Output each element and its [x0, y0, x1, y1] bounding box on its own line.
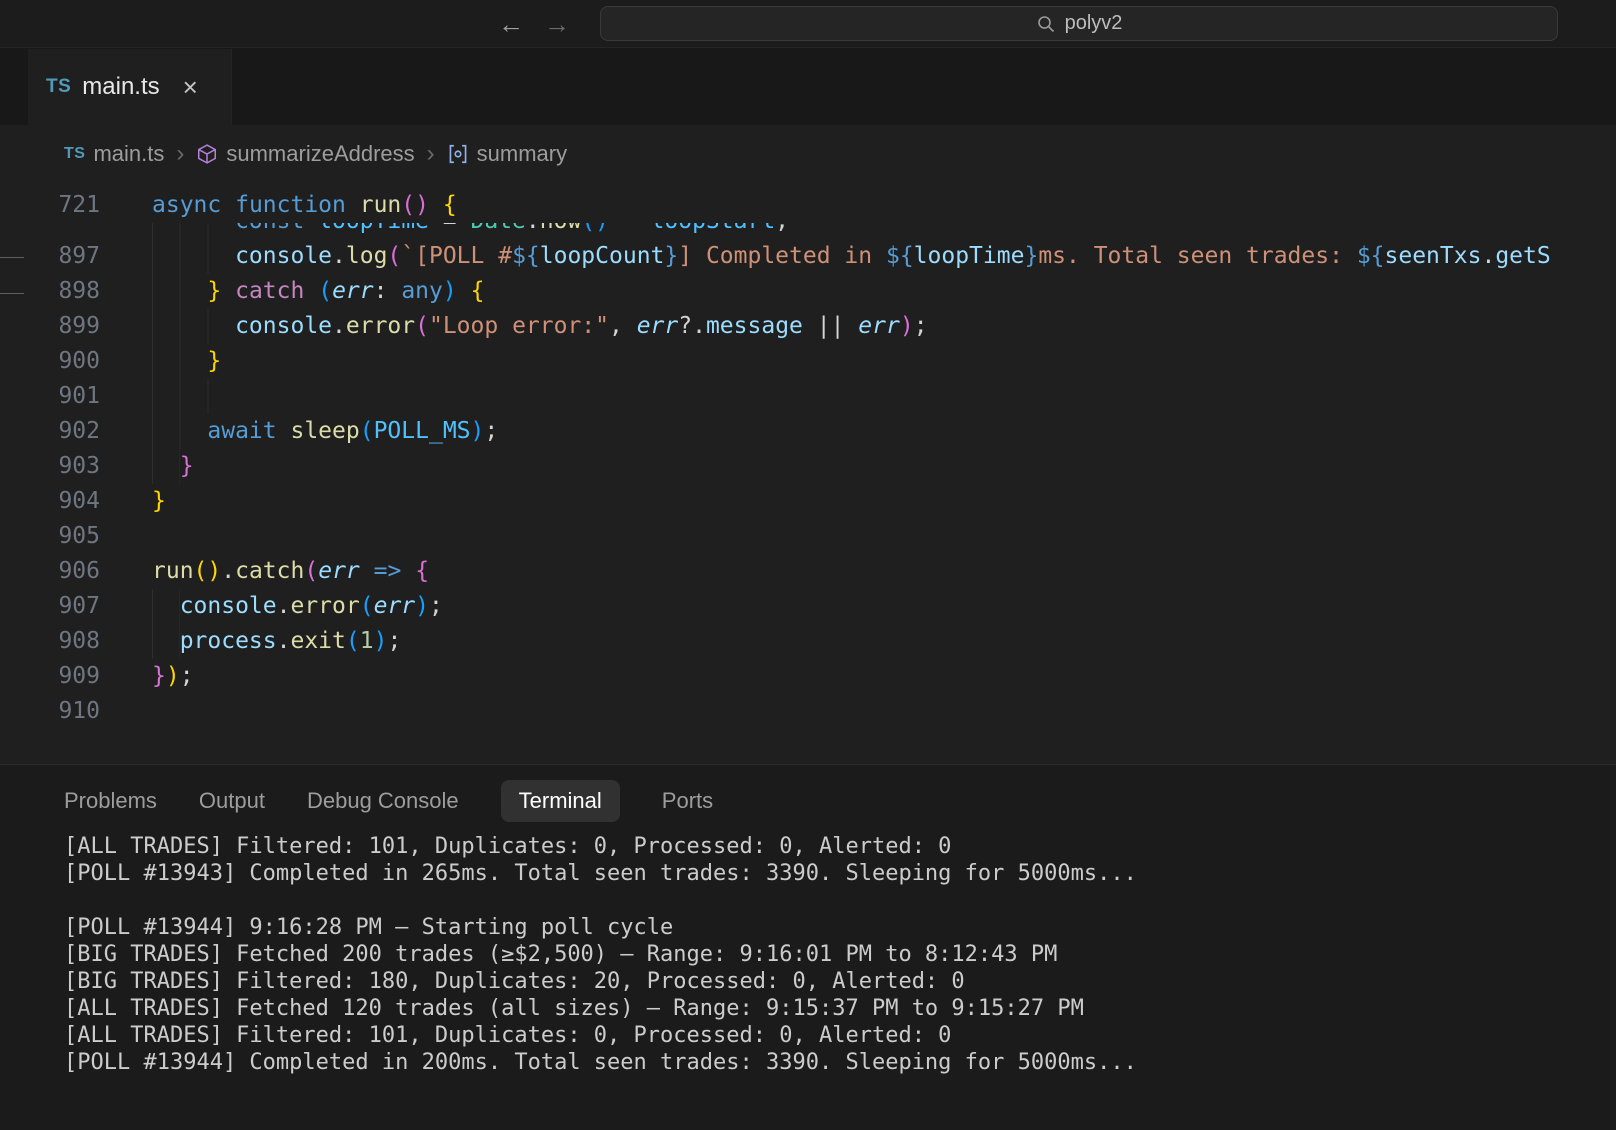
vscode-window: ← → polyv2 TS main.ts × TS main.ts › — [0, 0, 1616, 1130]
code-line[interactable]: 909}); — [0, 659, 1616, 694]
line-number: 899 — [0, 309, 100, 344]
terminal-line — [64, 887, 1616, 914]
history-navigation: ← → — [498, 6, 570, 42]
panel-tab-problems[interactable]: Problems — [64, 780, 157, 822]
terminal-line: [POLL #13944] 9:16:28 PM — Starting poll… — [64, 914, 1616, 941]
breadcrumb-file[interactable]: TS main.ts — [64, 141, 164, 167]
code-text: }); — [152, 659, 194, 694]
terminal-line: [POLL #13944] Completed in 200ms. Total … — [64, 1049, 1616, 1076]
forward-arrow-icon[interactable]: → — [544, 6, 570, 42]
terminal-line: [ALL TRADES] Filtered: 101, Duplicates: … — [64, 833, 1616, 860]
breadcrumb-symbol-summary[interactable]: summary — [447, 141, 567, 167]
code-line[interactable]: 905 — [0, 519, 1616, 554]
search-text: polyv2 — [1065, 12, 1123, 35]
terminal-line: [BIG TRADES] Filtered: 180, Duplicates: … — [64, 968, 1616, 995]
line-number: 900 — [0, 344, 100, 379]
code-text: } — [152, 344, 221, 379]
breadcrumb-symbol-label: summary — [477, 141, 567, 167]
code-line[interactable]: 910 — [0, 694, 1616, 729]
line-number: 904 — [0, 484, 100, 519]
command-center-search[interactable]: polyv2 — [600, 6, 1558, 41]
line-number: 901 — [0, 379, 100, 414]
typescript-file-icon: TS — [46, 76, 71, 98]
code-text: await sleep(POLL_MS); — [152, 414, 498, 449]
tab-label: main.ts — [82, 73, 159, 101]
tab-main-ts[interactable]: TS main.ts × — [28, 49, 232, 125]
scrolled-clipped-line: const loopTime = Date.now() - loopStart; — [0, 223, 1616, 239]
editor-lines: 721 async function run() {const loopTime … — [0, 182, 1616, 729]
line-number — [0, 223, 100, 239]
panel-tab-bar: Problems Output Debug Console Terminal Ports — [0, 765, 1616, 823]
code-text: run().catch(err => { — [152, 554, 429, 589]
close-icon[interactable]: × — [183, 74, 198, 100]
code-text — [152, 379, 235, 414]
line-number: 902 — [0, 414, 100, 449]
code-line[interactable]: 897console.log(`[POLL #${loopCount}] Com… — [0, 239, 1616, 274]
terminal-line: [ALL TRADES] Filtered: 101, Duplicates: … — [64, 1022, 1616, 1049]
line-number: 909 — [0, 659, 100, 694]
code-text: const loopTime = Date.now() - loopStart; — [152, 223, 789, 239]
line-number: 903 — [0, 449, 100, 484]
code-line[interactable]: 904} — [0, 484, 1616, 519]
panel-tab-debug-console[interactable]: Debug Console — [307, 780, 459, 822]
code-line[interactable]: 898} catch (err: any) { — [0, 274, 1616, 309]
terminal-output[interactable]: [ALL TRADES] Filtered: 101, Duplicates: … — [0, 833, 1616, 1076]
code-text: console.error("Loop error:", err?.messag… — [152, 309, 928, 344]
code-text: } — [152, 449, 194, 484]
code-line[interactable]: 901 — [0, 379, 1616, 414]
terminal-line: [ALL TRADES] Fetched 120 trades (all siz… — [64, 995, 1616, 1022]
symbol-field-icon — [447, 143, 469, 165]
line-number: 906 — [0, 554, 100, 589]
code-text: console.error(err); — [152, 589, 443, 624]
line-number: 905 — [0, 519, 100, 554]
code-line[interactable]: 721 async function run() { — [0, 188, 1616, 223]
chevron-right-icon: › — [176, 140, 184, 168]
code-text: } — [152, 484, 166, 519]
panel-tab-terminal[interactable]: Terminal — [501, 780, 620, 822]
code-line[interactable]: 902 await sleep(POLL_MS); — [0, 414, 1616, 449]
cube-icon — [196, 143, 218, 165]
code-line-clipped[interactable]: const loopTime = Date.now() - loopStart; — [0, 223, 1616, 239]
code-line[interactable]: 903} — [0, 449, 1616, 484]
line-number: 910 — [0, 694, 100, 729]
code-text: } catch (err: any) { — [152, 274, 484, 309]
panel-tab-ports[interactable]: Ports — [662, 780, 713, 822]
code-line[interactable]: 900} — [0, 344, 1616, 379]
code-line[interactable]: 906 run().catch(err => { — [0, 554, 1616, 589]
terminal-line: [POLL #13943] Completed in 265ms. Total … — [64, 860, 1616, 887]
chevron-right-icon: › — [427, 140, 435, 168]
line-number: 907 — [0, 589, 100, 624]
line-number: 721 — [0, 188, 100, 223]
panel-tab-output[interactable]: Output — [199, 780, 265, 822]
breadcrumb-symbol-label: summarizeAddress — [226, 141, 414, 167]
code-line[interactable]: 908 process.exit(1); — [0, 624, 1616, 659]
back-arrow-icon[interactable]: ← — [498, 6, 524, 42]
bottom-panel: Problems Output Debug Console Terminal Ports… — [0, 764, 1616, 1130]
terminal-line: [BIG TRADES] Fetched 200 trades (≥$2,500… — [64, 941, 1616, 968]
code-line[interactable]: 899 console.error("Loop error:", err?.mes… — [0, 309, 1616, 344]
typescript-file-icon: TS — [64, 145, 85, 163]
code-line[interactable]: 907 console.error(err); — [0, 589, 1616, 624]
left-edge-notch — [0, 257, 24, 294]
search-icon — [1036, 14, 1056, 34]
breadcrumb-symbol-function[interactable]: summarizeAddress — [196, 141, 414, 167]
code-text: console.log(`[POLL #${loopCount}] Comple… — [152, 239, 1551, 274]
code-editor[interactable]: 721 async function run() {const loopTime … — [0, 182, 1616, 764]
code-text: process.exit(1); — [152, 624, 401, 659]
title-bar: ← → polyv2 — [0, 0, 1616, 48]
breadcrumb-file-label: main.ts — [93, 141, 164, 167]
code-text: async function run() { — [152, 188, 457, 223]
breadcrumb: TS main.ts › summarizeAddress › summary — [0, 125, 1616, 182]
line-number: 908 — [0, 624, 100, 659]
editor-tab-strip: TS main.ts × — [0, 49, 1616, 125]
